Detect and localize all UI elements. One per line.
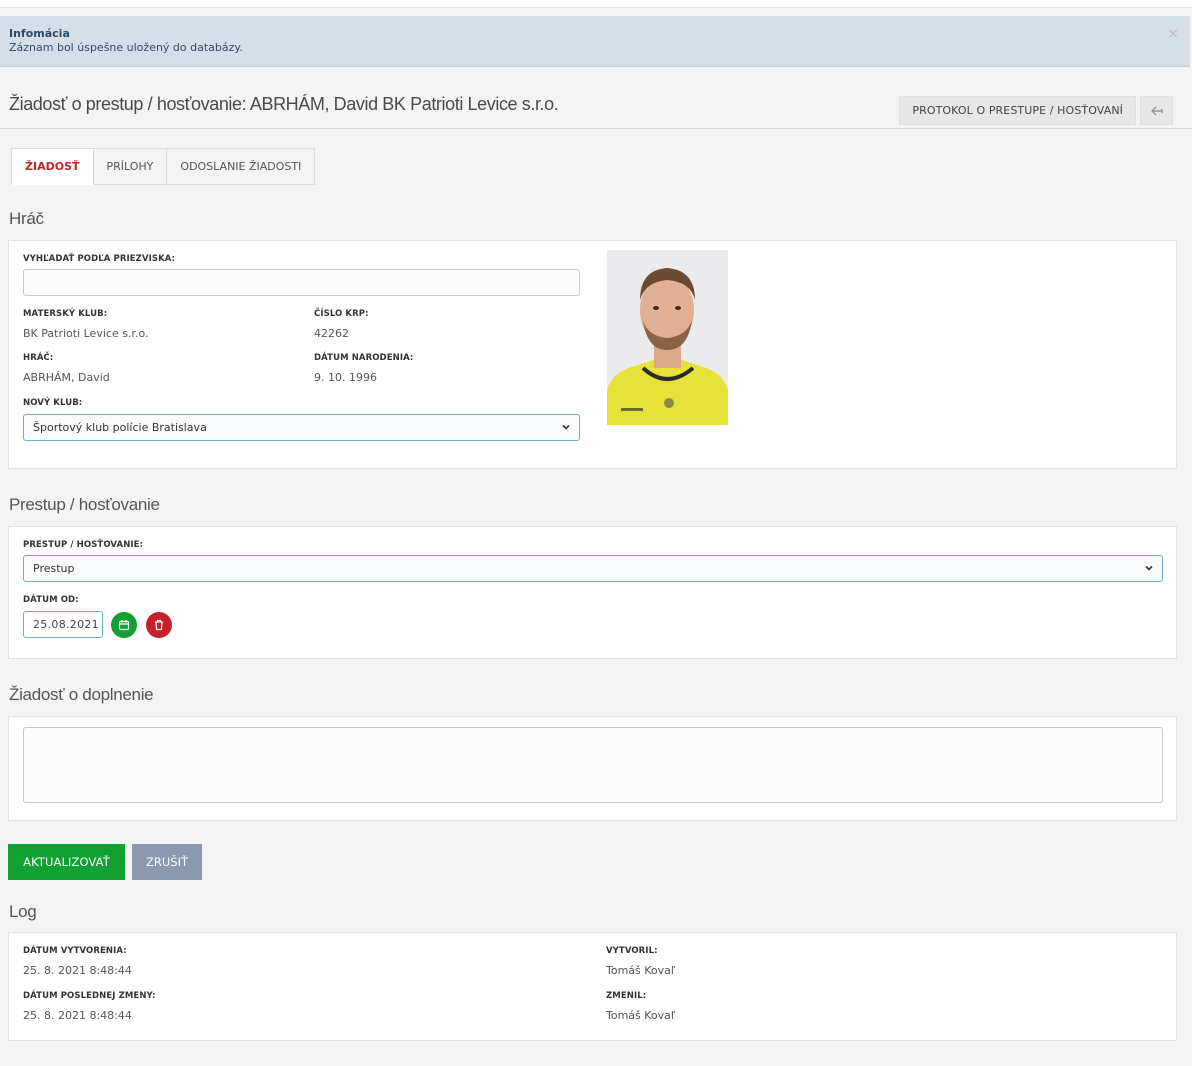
date-from-input[interactable]: 25.08.2021 bbox=[23, 611, 103, 638]
transfer-type-value: Prestup bbox=[33, 562, 75, 575]
modified-value: 25. 8. 2021 8:48:44 bbox=[23, 1009, 132, 1022]
clear-date-button[interactable] bbox=[146, 612, 172, 638]
protocol-button[interactable]: PROTOKOL O PRESTUPE / HOSŤOVANÍ bbox=[899, 96, 1136, 125]
modified-by-label: ZMENIL: bbox=[606, 991, 647, 1001]
close-icon[interactable]: × bbox=[1167, 26, 1179, 42]
alert-title: Infomácia bbox=[9, 27, 70, 40]
divider bbox=[0, 128, 1192, 129]
home-club-label: MATERSKÝ KLUB: bbox=[23, 309, 108, 319]
info-alert: Infomácia Záznam bol úspešne uložený do … bbox=[0, 16, 1190, 67]
new-club-label: NOVÝ KLUB: bbox=[23, 398, 83, 408]
new-club-value: Športový klub polície Bratislava bbox=[33, 421, 207, 434]
tab-bar: ŽIADOSŤ PRÍLOHY ODOSLANIE ŽIADOSTI bbox=[11, 148, 316, 185]
krp-label: ČÍSLO KRP: bbox=[314, 309, 369, 319]
back-arrow-icon bbox=[1150, 106, 1163, 115]
top-bar bbox=[0, 0, 1192, 8]
cancel-button[interactable]: ZRUŠIŤ bbox=[132, 844, 202, 880]
player-label: HRÁČ: bbox=[23, 353, 54, 363]
birth-date-value: 9. 10. 1996 bbox=[314, 371, 377, 384]
transfer-type-select[interactable]: Prestup bbox=[23, 555, 1163, 582]
modified-label: DÁTUM POSLEDNEJ ZMENY: bbox=[23, 991, 156, 1001]
created-label: DÁTUM VYTVORENIA: bbox=[23, 946, 127, 956]
home-club-value: BK Patrioti Levice s.r.o. bbox=[23, 327, 149, 340]
created-value: 25. 8. 2021 8:48:44 bbox=[23, 964, 132, 977]
player-section-title: Hráč bbox=[9, 209, 44, 228]
krp-value: 42262 bbox=[314, 327, 349, 340]
calendar-icon bbox=[118, 620, 130, 631]
transfer-panel: PRESTUP / HOSŤOVANIE: Prestup DÁTUM OD: … bbox=[8, 526, 1177, 659]
search-input[interactable] bbox=[23, 269, 580, 296]
chevron-down-icon bbox=[562, 424, 570, 430]
supplement-textarea[interactable] bbox=[23, 727, 1163, 803]
transfer-type-label: PRESTUP / HOSŤOVANIE: bbox=[23, 540, 144, 550]
chevron-down-icon bbox=[1145, 565, 1153, 571]
log-section-title: Log bbox=[9, 902, 37, 921]
transfer-section-title: Prestup / hosťovanie bbox=[9, 495, 160, 514]
page-title: Žiadosť o prestup / hosťovanie: ABRHÁM, … bbox=[9, 94, 559, 114]
update-button[interactable]: AKTUALIZOVAŤ bbox=[8, 844, 125, 880]
tab-submission[interactable]: ODOSLANIE ŽIADOSTI bbox=[167, 148, 316, 185]
date-from-label: DÁTUM OD: bbox=[23, 595, 79, 605]
created-by-value: Tomáš Kovaľ bbox=[606, 964, 676, 977]
trash-icon bbox=[155, 619, 163, 631]
player-panel: VYHĽADAŤ PODĽA PRIEZVISKA: MATERSKÝ KLUB… bbox=[8, 240, 1177, 469]
player-photo bbox=[607, 250, 728, 425]
modified-by-value: Tomáš Kovaľ bbox=[606, 1009, 676, 1022]
created-by-label: VYTVORIL: bbox=[606, 946, 658, 956]
calendar-button[interactable] bbox=[111, 612, 137, 638]
search-label: VYHĽADAŤ PODĽA PRIEZVISKA: bbox=[23, 254, 176, 264]
supplement-panel bbox=[8, 716, 1177, 821]
tab-attachments[interactable]: PRÍLOHY bbox=[93, 148, 168, 185]
tab-request[interactable]: ŽIADOSŤ bbox=[11, 148, 94, 185]
log-panel: DÁTUM VYTVORENIA: 25. 8. 2021 8:48:44 VY… bbox=[8, 932, 1177, 1041]
back-button[interactable] bbox=[1140, 96, 1173, 125]
supplement-section-title: Žiadosť o doplnenie bbox=[9, 685, 154, 704]
player-name: ABRHÁM, David bbox=[23, 371, 110, 384]
header-actions: PROTOKOL O PRESTUPE / HOSŤOVANÍ bbox=[899, 96, 1173, 125]
alert-message: Záznam bol úspešne uložený do databázy. bbox=[9, 41, 243, 54]
new-club-select[interactable]: Športový klub polície Bratislava bbox=[23, 414, 580, 441]
birth-date-label: DÁTUM NARODENIA: bbox=[314, 353, 414, 363]
